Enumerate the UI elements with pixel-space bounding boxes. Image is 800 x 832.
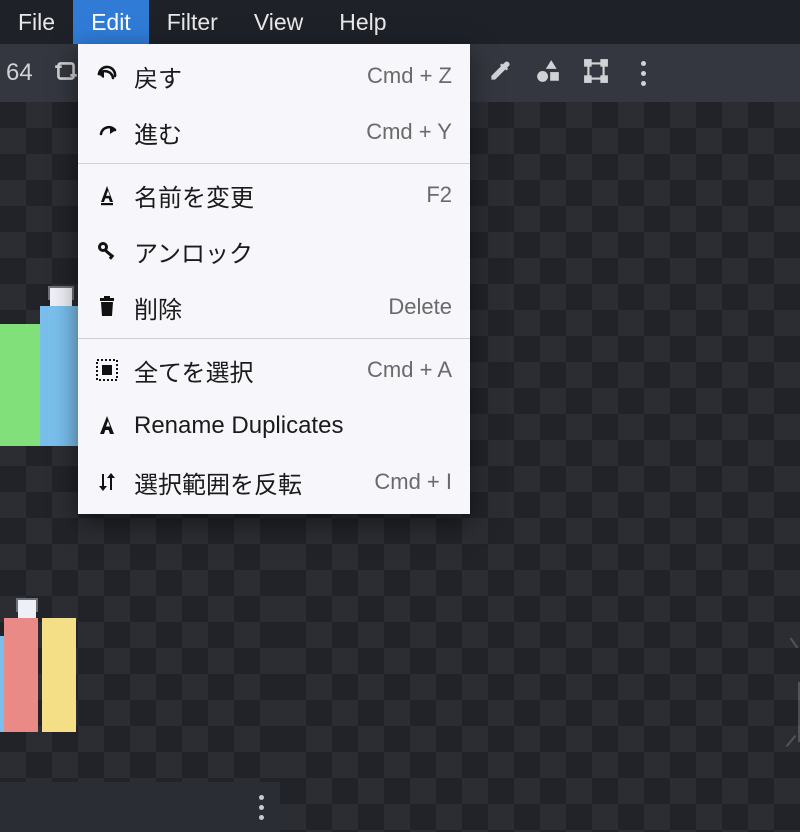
menu-item-shortcut: Cmd + I: [374, 469, 452, 495]
menu-item-label: 選択範囲を反転: [134, 465, 374, 500]
menu-item-select-all[interactable]: 全てを選択 Cmd + A: [78, 342, 470, 398]
shapes-tool-button[interactable]: [525, 51, 571, 95]
redo-icon: [92, 120, 122, 144]
menu-filter[interactable]: Filter: [149, 0, 236, 44]
menu-file[interactable]: File: [0, 0, 73, 44]
swap-vertical-icon: [92, 470, 122, 494]
rename-bold-icon: [92, 414, 122, 438]
menu-item-delete[interactable]: 削除 Delete: [78, 279, 470, 335]
menu-item-shortcut: Delete: [388, 294, 452, 320]
sprite-panel-footer: [0, 782, 280, 832]
sprite-thumb-part[interactable]: [18, 600, 36, 618]
menu-item-label: 削除: [134, 290, 388, 325]
menu-separator: [78, 338, 470, 339]
toolbar-size-value[interactable]: 64: [6, 59, 41, 87]
menu-view[interactable]: View: [236, 0, 321, 44]
sprite-thumb-part[interactable]: [0, 324, 40, 446]
menu-separator: [78, 163, 470, 164]
more-vertical-icon: [641, 61, 646, 86]
menu-help[interactable]: Help: [321, 0, 404, 44]
sprite-thumb-part[interactable]: [42, 618, 76, 732]
menu-item-unlock[interactable]: アンロック: [78, 223, 470, 279]
menu-item-redo[interactable]: 進む Cmd + Y: [78, 104, 470, 160]
menu-item-invert-selection[interactable]: 選択範囲を反転 Cmd + I: [78, 454, 470, 510]
sprite-thumb-part[interactable]: [4, 618, 38, 732]
bounding-box-icon: [583, 58, 609, 89]
edit-menu-dropdown: 戻す Cmd + Z 進む Cmd + Y 名前を変更 F2: [78, 44, 470, 514]
menu-item-undo[interactable]: 戻す Cmd + Z: [78, 48, 470, 104]
select-all-icon: [92, 358, 122, 382]
menubar: File Edit Filter View Help: [0, 0, 800, 44]
more-vertical-icon: [259, 795, 264, 820]
menu-item-label: 戻す: [134, 59, 367, 94]
menu-item-rename[interactable]: 名前を変更 F2: [78, 167, 470, 223]
toolbar-more-button[interactable]: [621, 51, 667, 95]
shapes-icon: [535, 58, 561, 89]
eyedropper-icon: [487, 58, 513, 89]
crop-icon: [53, 58, 79, 89]
trash-icon: [92, 295, 122, 319]
rename-icon: [92, 183, 122, 207]
menu-edit[interactable]: Edit: [73, 0, 149, 44]
eyedropper-tool-button[interactable]: [477, 51, 523, 95]
menu-item-label: 進む: [134, 115, 366, 150]
undo-icon: [92, 64, 122, 88]
menu-item-rename-duplicates[interactable]: Rename Duplicates: [78, 398, 470, 454]
key-icon: [92, 239, 122, 263]
sprite-panel-more-button[interactable]: [259, 795, 264, 820]
menu-item-shortcut: Cmd + Z: [367, 63, 452, 89]
menu-item-label: 全てを選択: [134, 353, 367, 388]
menu-item-label: アンロック: [134, 234, 452, 269]
sprite-thumb-part[interactable]: [40, 306, 82, 446]
menu-item-shortcut: F2: [426, 182, 452, 208]
menu-item-label: Rename Duplicates: [134, 412, 452, 440]
view-gizmo[interactable]: [778, 622, 800, 762]
menu-item-label: 名前を変更: [134, 178, 426, 213]
transform-tool-button[interactable]: [573, 51, 619, 95]
menu-item-shortcut: Cmd + Y: [366, 119, 452, 145]
menu-item-shortcut: Cmd + A: [367, 357, 452, 383]
